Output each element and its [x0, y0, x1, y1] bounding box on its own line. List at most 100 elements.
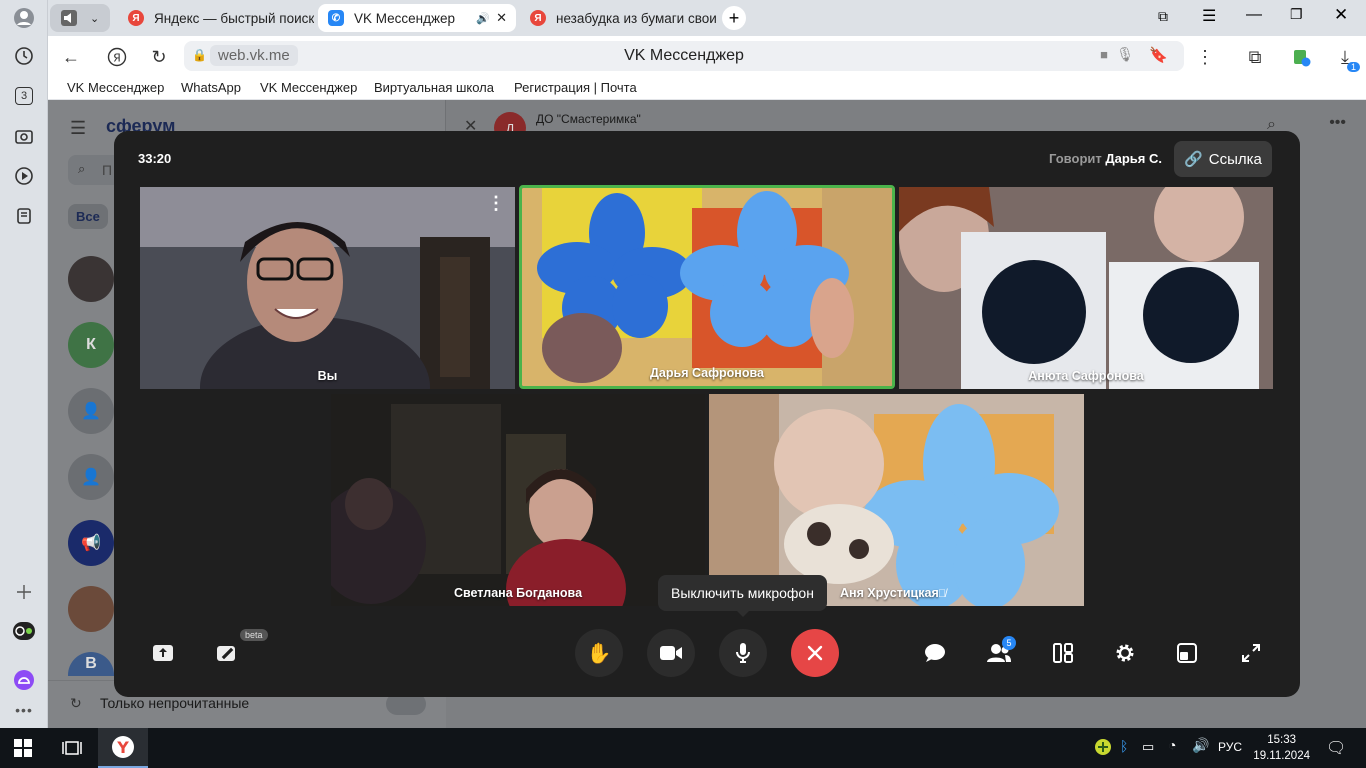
participant-tile[interactable]: Анюта Сафронова: [899, 187, 1273, 389]
yandex-browser-taskbar-icon[interactable]: Y: [98, 728, 148, 768]
more-icon[interactable]: •••: [10, 696, 38, 724]
back-icon[interactable]: ←: [58, 44, 84, 70]
video-feed: [331, 394, 705, 606]
microphone-toggle-button[interactable]: [719, 629, 767, 677]
history-icon[interactable]: [10, 42, 38, 70]
raise-hand-button[interactable]: ✋: [575, 629, 623, 677]
link-icon: 🔗: [1184, 151, 1203, 168]
fullscreen-icon[interactable]: [1236, 638, 1266, 668]
filter-all-chip[interactable]: Все: [68, 204, 108, 229]
collections-icon[interactable]: [10, 202, 38, 230]
participant-name: Вы: [317, 369, 338, 383]
tab-label: незабудка из бумаги свои: [556, 10, 716, 26]
yandex-home-icon[interactable]: Я: [104, 44, 130, 70]
address-row: ← Я ↻ 🔒 web.vk.me VK Мессенджер ■ 🎙 🔖 ⋮ …: [48, 36, 1366, 76]
avatar[interactable]: [68, 586, 114, 632]
svg-text:Y: Y: [116, 738, 129, 757]
tab-vk-messenger[interactable]: ✆ VK Мессенджер 🔊 ✕: [318, 4, 516, 32]
participant-tile-self[interactable]: ⋮ Вы: [140, 187, 515, 389]
windows-start-icon[interactable]: [14, 739, 32, 762]
more-vert-icon[interactable]: ⋮: [1192, 44, 1218, 70]
alice-assistant-icon[interactable]: [10, 666, 38, 694]
bookmark-item[interactable]: WhatsApp: [181, 80, 241, 95]
bluetooth-icon[interactable]: ᛒ: [1120, 738, 1128, 754]
restore-icon[interactable]: ❐: [1290, 6, 1303, 23]
camera-toggle-button[interactable]: [647, 629, 695, 677]
avatar[interactable]: В: [68, 652, 114, 676]
bookmark-item[interactable]: VK Мессенджер: [67, 80, 164, 95]
share-screen-icon[interactable]: [148, 638, 178, 668]
avatar[interactable]: [68, 256, 114, 302]
yandex-icon: Я: [128, 10, 144, 26]
tab-nezabudka[interactable]: Я незабудка из бумаги свои: [520, 4, 716, 32]
bookmark-item[interactable]: Виртуальная школа: [374, 80, 494, 95]
avatar[interactable]: К: [68, 322, 114, 368]
close-window-icon[interactable]: ✕: [1334, 5, 1348, 25]
add-panel-icon[interactable]: [10, 578, 38, 606]
system-clock[interactable]: 15:33 19.11.2024: [1253, 732, 1310, 764]
tab-label: Яндекс — быстрый поиск: [154, 10, 314, 26]
settings-icon[interactable]: [1110, 638, 1140, 668]
tab-yandex[interactable]: Я Яндекс — быстрый поиск: [118, 4, 314, 32]
video-call-window: 33:20 Говорит Дарья С. 🔗 Ссылка ⋮ Вы Дар…: [114, 131, 1300, 697]
counter-icon[interactable]: 3: [10, 82, 38, 110]
battery-icon[interactable]: ▭: [1142, 739, 1154, 755]
volume-icon[interactable]: 🔊: [1192, 737, 1209, 754]
picture-in-picture-icon[interactable]: [1172, 638, 1202, 668]
beta-badge: beta: [240, 629, 268, 641]
bookmark-item[interactable]: Регистрация | Почта: [514, 80, 637, 95]
chat-icon[interactable]: [920, 638, 950, 668]
page-title: VK Мессенджер: [624, 47, 744, 64]
participant-tile[interactable]: Светлана Богданова: [331, 394, 705, 606]
tab-close-icon[interactable]: ✕: [496, 10, 507, 26]
speaker-icon: [61, 10, 77, 26]
tab-label: VK Мессенджер: [354, 10, 456, 26]
new-tab-button[interactable]: +: [722, 6, 746, 30]
screenshot-icon[interactable]: [10, 122, 38, 150]
extension-icon[interactable]: [1288, 44, 1314, 70]
reload-icon[interactable]: ↻: [146, 44, 172, 70]
participant-name: Светлана Богданова: [453, 586, 583, 600]
windows-taskbar: Y ᛒ ▭ ◔ 🔊 РУС 15:33 19.11.2024 🗨: [0, 728, 1366, 768]
more-icon[interactable]: •••: [1329, 114, 1346, 132]
avatar[interactable]: 👤: [68, 454, 114, 500]
camera-status-icon[interactable]: ■: [1100, 47, 1108, 62]
bookmark-icon[interactable]: 🔖: [1149, 46, 1168, 64]
hamburger-icon[interactable]: ☰: [70, 118, 86, 139]
end-call-button[interactable]: [791, 629, 839, 677]
wifi-icon[interactable]: ◔: [1168, 737, 1176, 753]
yandex-icon: Я: [530, 10, 546, 26]
language-indicator[interactable]: РУС: [1218, 740, 1242, 754]
link-label: Ссылка: [1208, 150, 1262, 168]
whiteboard-icon[interactable]: [212, 638, 242, 668]
bookmark-item[interactable]: VK Мессенджер: [260, 80, 357, 95]
notifications-icon[interactable]: 🗨: [1326, 738, 1346, 758]
menu-icon[interactable]: ☰: [1202, 6, 1216, 26]
avatar[interactable]: 📢: [68, 520, 114, 566]
chat-title[interactable]: ДО "Смастеримка": [536, 112, 641, 126]
layout-grid-icon[interactable]: [1048, 638, 1078, 668]
task-view-icon[interactable]: [62, 739, 82, 762]
search-placeholder: П: [102, 162, 113, 178]
app-toggle-icon[interactable]: [10, 617, 38, 645]
pinned-tab-group[interactable]: ⌄: [50, 4, 110, 32]
avatar[interactable]: 👤: [68, 388, 114, 434]
address-bar[interactable]: 🔒 web.vk.me VK Мессенджер ■ 🎙 🔖: [184, 41, 1184, 71]
video-feed: [899, 187, 1273, 389]
svg-text:Я: Я: [113, 52, 121, 65]
bookmarks-panel-icon[interactable]: ⧉: [1158, 8, 1168, 25]
tab-audio-icon[interactable]: 🔊: [476, 12, 490, 25]
collections-icon[interactable]: ⧉: [1242, 44, 1268, 70]
tile-menu-icon[interactable]: ⋮: [487, 193, 505, 214]
participant-tile-speaker[interactable]: Дарья Сафронова: [519, 185, 895, 389]
profile-icon[interactable]: [10, 4, 38, 32]
downloads-icon[interactable]: ⤓ 1: [1332, 44, 1360, 72]
mic-status-icon[interactable]: 🎙: [1116, 46, 1134, 63]
notification-area-app-icon[interactable]: [1094, 738, 1112, 759]
participants-count-badge: 5: [1002, 636, 1016, 650]
media-play-icon[interactable]: [10, 162, 38, 190]
hand-icon: ✋: [586, 642, 612, 665]
minimize-icon[interactable]: —: [1246, 6, 1262, 24]
chevron-down-icon[interactable]: ⌄: [90, 12, 99, 25]
copy-link-button[interactable]: 🔗 Ссылка: [1174, 141, 1272, 177]
